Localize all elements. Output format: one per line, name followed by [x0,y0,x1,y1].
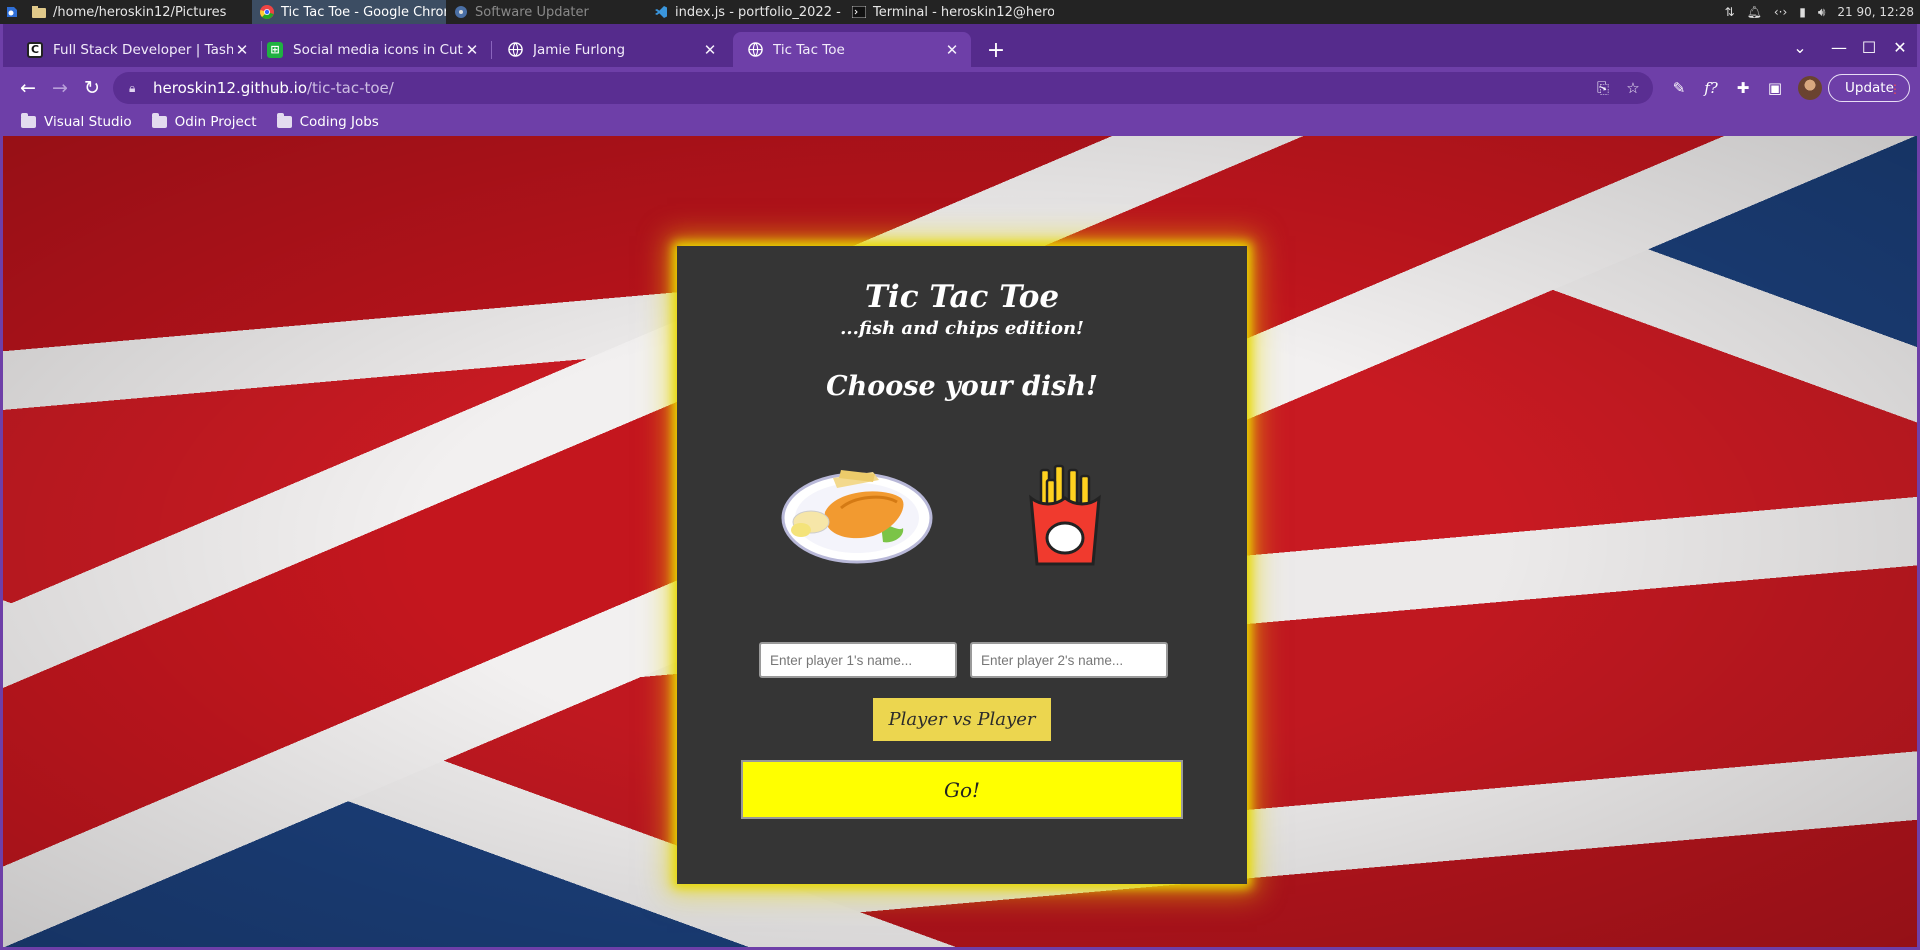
share-icon[interactable]: ⎘ [1593,78,1613,98]
bookmark-star-icon[interactable]: ☆ [1623,78,1643,98]
tab-title: Full Stack Developer | Tashinga [53,41,233,58]
taskbar-task-label: Terminal - heroskin12@hero... [873,4,1054,20]
taskbar-task-chrome[interactable]: Tic Tac Toe - Google Chrome [252,0,446,24]
game-title: Tic Tac Toe [864,279,1060,315]
player-vs-player-button[interactable]: Player vs Player [873,698,1051,741]
network-icon[interactable]: ⇅ [1725,5,1735,19]
close-icon[interactable]: ✕ [233,41,251,59]
url-domain: heroskin12.github.io [153,79,307,97]
chrome-icon [260,5,274,19]
folder-icon [21,113,36,128]
bookmark-visual-studio[interactable]: Visual Studio [21,113,132,130]
code-connect-icon[interactable]: ‹·› [1774,5,1787,19]
tab-title: Social media icons in Cute Outl [293,41,463,58]
url-path: /tic-tac-toe/ [307,79,394,97]
lock-icon[interactable]: 🔒︎ [129,81,143,96]
bookmark-coding-jobs[interactable]: Coding Jobs [276,113,379,130]
taskbar-task-label: Software Updater [475,4,589,20]
fish-and-chips-plate-icon[interactable] [781,464,933,568]
player2-name-input[interactable] [970,642,1168,678]
vscode-icon [654,5,668,19]
close-window-button[interactable]: ✕ [1887,34,1913,60]
game-subtitle: ...fish and chips edition! [840,318,1084,339]
folder-icon [276,113,292,128]
game-setup-card: Tic Tac Toe ...fish and chips edition! C… [677,246,1247,884]
taskbar-task-files[interactable]: /home/heroskin12/Pictures [24,0,252,24]
maximize-button[interactable]: ☐ [1856,34,1882,60]
tab-full-stack-developer[interactable]: C Full Stack Developer | Tashinga ✕ [13,32,261,67]
formula-extension-icon[interactable]: f? [1701,78,1721,98]
app-menu-icon[interactable] [0,0,24,24]
system-tray: ⇅ 🔔︎ ‹·› ▮ 🔊︎ 21 90, 12:28 [1725,0,1914,24]
tab-jamie-furlong[interactable]: Jamie Furlong ✕ [493,32,729,67]
close-icon[interactable]: ✕ [701,41,719,59]
taskbar-task-vscode[interactable]: index.js - portfolio_2022 - Vis... [646,0,844,24]
bookmark-label: Odin Project [174,114,257,130]
close-icon[interactable]: ✕ [943,41,961,59]
extensions-puzzle-icon[interactable]: ✚ [1733,78,1753,98]
reload-button[interactable]: ↻ [78,74,106,102]
side-panel-icon[interactable]: ▣ [1765,78,1785,98]
tab-title: Tic Tac Toe [773,41,845,58]
taskbar-task-label: Tic Tac Toe - Google Chrome [281,4,446,20]
tab-search-chevron-icon[interactable]: ⌄ [1787,34,1813,60]
battery-icon[interactable]: ▮ [1799,5,1806,19]
taskbar-task-updater[interactable]: Software Updater [446,0,646,24]
globe-icon [507,42,523,58]
taskbar-task-label: /home/heroskin12/Pictures [53,4,227,20]
globe-icon [747,42,763,58]
taskbar-task-terminal[interactable]: Terminal - heroskin12@hero... [844,0,1054,24]
notification-bell-icon[interactable]: 🔔︎ [1747,5,1762,19]
new-tab-button[interactable]: + [983,37,1009,63]
go-button[interactable]: Go! [741,760,1183,819]
browser-window: C Full Stack Developer | Tashinga ✕ ⊞ So… [0,24,1920,950]
choose-dish-heading: Choose your dish! [826,371,1098,402]
bookmark-label: Visual Studio [44,114,132,130]
os-taskbar: /home/heroskin12/Pictures Tic Tac Toe - … [0,0,1920,24]
bookmark-odin-project[interactable]: Odin Project [151,113,257,130]
updater-icon [454,5,468,19]
close-icon[interactable]: ✕ [463,41,481,59]
update-button[interactable]: Update ⋮ [1828,74,1910,102]
tab-tic-tac-toe[interactable]: Tic Tac Toe ✕ [733,32,971,67]
clock[interactable]: 21 90, 12:28 [1837,5,1914,19]
tab-divider [491,41,492,59]
french-fries-icon[interactable] [1027,464,1103,572]
player1-name-input[interactable] [759,642,957,678]
folder-icon [151,113,167,128]
terminal-icon [852,5,866,19]
taskbar-task-label: index.js - portfolio_2022 - Vis... [675,4,844,20]
eyedropper-extension-icon[interactable]: ✎ [1669,78,1689,98]
icons8-icon: ⊞ [267,41,283,58]
codecademy-icon: C [27,41,43,58]
volume-icon[interactable]: 🔊︎ [1818,5,1826,20]
bookmarks-bar: Visual Studio Odin Project Coding Jobs [3,108,1917,136]
back-button[interactable]: ← [14,74,42,102]
more-menu-icon[interactable]: ⋮ [1889,82,1901,96]
minimize-button[interactable]: — [1826,34,1852,60]
tab-social-media-icons[interactable]: ⊞ Social media icons in Cute Outl ✕ [253,32,491,67]
forward-button[interactable]: → [46,74,74,102]
bookmark-label: Coding Jobs [299,114,379,130]
address-bar[interactable]: 🔒︎ heroskin12.github.io/tic-tac-toe/ ⎘ ☆ [113,72,1653,104]
profile-avatar[interactable] [1798,76,1822,100]
page-background-union-jack: Tic Tac Toe ...fish and chips edition! C… [3,136,1917,947]
folder-icon [32,5,46,19]
tab-strip: C Full Stack Developer | Tashinga ✕ ⊞ So… [3,24,1917,67]
browser-toolbar: ← → ↻ 🔒︎ heroskin12.github.io/tic-tac-to… [3,67,1917,108]
update-label: Update [1845,80,1894,96]
tab-title: Jamie Furlong [533,41,626,58]
